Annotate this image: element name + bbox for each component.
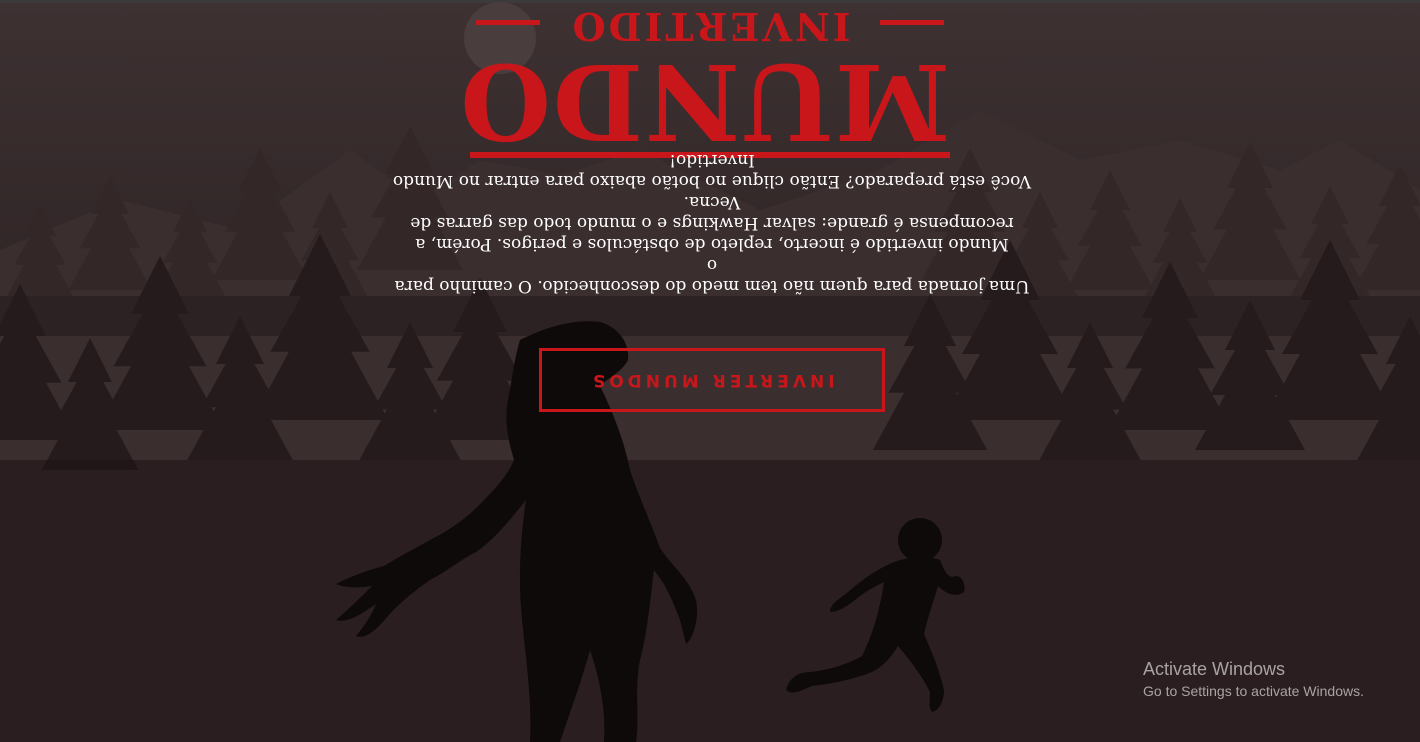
description-line: Invertido! — [669, 150, 755, 170]
windows-activation-watermark: Activate Windows Go to Settings to activ… — [1143, 658, 1364, 700]
description-line: recompensa é grande: salvar Hawkings e o… — [410, 192, 1014, 233]
logo-main-word: MUNDO — [458, 40, 950, 163]
description-text: Uma jornada para quem não tem medo do de… — [392, 150, 1032, 296]
invert-worlds-button-label: INVERTER MUNDOS — [589, 370, 835, 390]
logo-dash-left — [880, 20, 944, 25]
logo-sub-word: INVERTIDO — [569, 4, 851, 49]
logo-dash-right — [476, 20, 540, 25]
description-line: Mundo invertido é incerto, repleto de ob… — [415, 234, 1009, 254]
description-line: Uma jornada para quem não tem medo do de… — [394, 255, 1030, 296]
watermark-title: Activate Windows — [1143, 659, 1286, 679]
description-line: Você está preparado? Então clique no bot… — [392, 171, 1032, 191]
invert-worlds-button[interactable]: INVERTER MUNDOS — [539, 348, 885, 412]
watermark-subtitle: Go to Settings to activate Windows. — [1143, 683, 1364, 699]
stranger-things-logo: MUNDO INVERTIDO — [458, 0, 950, 163]
